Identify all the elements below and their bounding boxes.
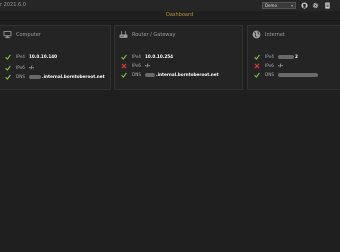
router-icon	[119, 31, 128, 38]
ipv6-value: -/-	[278, 63, 284, 68]
dns-label: DNS	[16, 74, 26, 79]
ipv4-value: 2	[278, 54, 298, 59]
ipv4-value-text: 2	[295, 54, 298, 59]
check-icon	[5, 74, 11, 80]
divider	[0, 20, 340, 21]
computer-icon	[3, 31, 12, 39]
ipv4-label: IPv4	[16, 54, 25, 59]
server-icon[interactable]	[324, 2, 331, 9]
app-title: r 2021.6.0	[0, 2, 26, 8]
card-title: Router / Gateway	[132, 32, 176, 38]
dns-value: .internal.borntoberoot.net	[29, 74, 105, 79]
dns-label: DNS	[265, 72, 275, 77]
router-gateway-card: Router / Gateway IPv4 10.0.10.254 IPv6 -…	[114, 25, 243, 90]
card-title: Internet	[265, 32, 285, 38]
globe-icon	[252, 30, 261, 39]
dns-value	[278, 72, 319, 77]
ipv6-label: IPv6	[265, 63, 274, 68]
title-bar: r 2021.6.0 Demo ▾	[0, 0, 340, 11]
card-header: Computer	[3, 30, 114, 40]
chevron-down-icon: ▾	[290, 3, 293, 8]
redacted-ip	[278, 55, 294, 59]
environment-select[interactable]: Demo ▾	[262, 2, 296, 9]
dns-value-text: .internal.borntoberoot.net	[156, 72, 219, 77]
dns-label: DNS	[132, 72, 142, 77]
ipv4-row: IPv4 10.0.10.254	[119, 54, 246, 61]
github-icon[interactable]	[301, 2, 308, 9]
gear-icon[interactable]	[312, 2, 319, 9]
cross-icon	[121, 63, 127, 69]
check-icon	[121, 72, 127, 78]
redacted-hostname	[145, 73, 155, 77]
view-navigation: Dashboard	[0, 11, 340, 20]
ipv4-label: IPv4	[132, 54, 141, 59]
card-header: Router / Gateway	[119, 30, 246, 40]
computer-card: Computer IPv4 10.0.10.140 IPv6 -/- DNS .…	[0, 25, 111, 90]
card-header: Internet	[252, 30, 340, 40]
check-icon	[121, 54, 127, 60]
dns-row: DNS	[252, 72, 340, 79]
dns-value: .internal.borntoberoot.net	[145, 72, 219, 77]
ipv4-label: IPv4	[265, 54, 274, 59]
dns-value-text: .internal.borntoberoot.net	[42, 74, 105, 79]
ipv4-row: IPv4 2	[252, 54, 340, 61]
redacted-hostname	[278, 73, 318, 77]
redacted-hostname	[29, 75, 41, 79]
ipv4-value: 10.0.10.140	[29, 54, 58, 59]
environment-select-value: Demo	[265, 3, 277, 8]
check-icon	[254, 72, 260, 78]
internet-card: Internet IPv4 2 IPv6 -/- DNS	[247, 25, 340, 90]
check-icon	[254, 54, 260, 60]
dns-row: DNS .internal.borntoberoot.net	[119, 72, 246, 79]
ipv6-label: IPv6	[132, 63, 141, 68]
ipv6-value: -/-	[145, 63, 151, 68]
tab-dashboard[interactable]: Dashboard	[166, 12, 193, 18]
dns-row: DNS .internal.borntoberoot.net	[3, 74, 114, 81]
card-title: Computer	[16, 32, 41, 38]
check-icon	[5, 54, 11, 60]
ipv6-row: IPv6 -/-	[119, 63, 246, 70]
ipv6-label: IPv6	[16, 65, 25, 70]
ipv4-row: IPv4 10.0.10.140	[3, 54, 114, 61]
ipv6-row: IPv6 -/-	[252, 63, 340, 70]
ipv6-row: IPv6 -/-	[3, 65, 114, 72]
ipv4-value: 10.0.10.254	[145, 54, 174, 59]
cross-icon	[254, 63, 260, 69]
check-icon	[5, 65, 11, 71]
ipv6-value: -/-	[29, 65, 35, 70]
